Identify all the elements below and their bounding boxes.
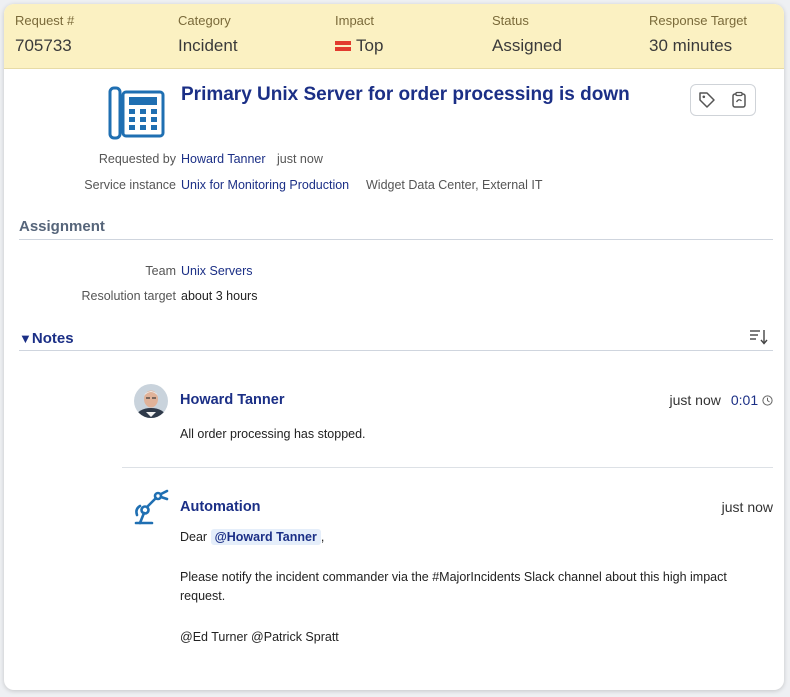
requested-by-label: Requested by xyxy=(98,152,176,166)
summary-bar: Request # 705733 Category Incident Impac… xyxy=(4,4,784,69)
category-value: Incident xyxy=(178,36,238,55)
note-divider xyxy=(122,467,773,468)
impact-value: Top xyxy=(356,36,384,55)
sort-icon[interactable] xyxy=(749,328,769,351)
note-author[interactable]: Howard Tanner xyxy=(180,392,284,408)
tag-icon[interactable] xyxy=(697,90,717,110)
status-value: Assigned xyxy=(492,36,562,55)
note-time: just now xyxy=(721,499,773,515)
summary-status: Status Assigned xyxy=(492,13,562,56)
response-target-label: Response Target xyxy=(649,13,748,28)
clipboard-icon[interactable] xyxy=(729,90,749,110)
resolution-target-label: Resolution target xyxy=(81,289,176,303)
requested-time: just now xyxy=(277,152,323,166)
robot-arm-icon xyxy=(134,489,169,525)
status-label: Status xyxy=(492,13,529,28)
response-target-value: 30 minutes xyxy=(649,36,733,55)
request-number-value: 705733 xyxy=(15,36,72,55)
desk-phone-icon xyxy=(108,86,165,140)
greeting-comma: , xyxy=(320,530,325,544)
request-actions xyxy=(690,84,756,116)
assignment-heading: Assignment xyxy=(19,218,105,235)
note-text: All order processing has stopped. xyxy=(180,427,366,441)
category-label: Category xyxy=(178,13,231,28)
assignment-section-header: Assignment xyxy=(19,218,773,240)
summary-impact: Impact Top xyxy=(335,13,383,56)
note-signoff: @Ed Turner @Patrick Spratt xyxy=(180,630,339,644)
impact-top-icon xyxy=(335,41,351,51)
time-spent[interactable]: 0:01 xyxy=(731,392,758,408)
summary-response-target: Response Target 30 minutes xyxy=(649,13,747,56)
request-number-label: Request # xyxy=(15,13,75,28)
note-paragraph: Please notify the incident commander via… xyxy=(180,570,727,603)
mention-link[interactable]: @Howard Tanner xyxy=(210,529,321,545)
service-instance-label: Service instance xyxy=(84,178,176,192)
note-time: just now xyxy=(669,392,721,408)
avatar xyxy=(134,384,168,418)
note-author: Automation xyxy=(180,499,261,515)
request-title: Primary Unix Server for order processing… xyxy=(181,84,630,105)
service-instance-detail: Widget Data Center, External IT xyxy=(366,178,543,192)
summary-request: Request # 705733 xyxy=(15,13,74,56)
notes-heading: Notes xyxy=(31,330,74,347)
impact-label: Impact xyxy=(335,13,375,28)
request-card: Request # 705733 Category Incident Impac… xyxy=(4,4,784,690)
note-item: Automation just now Dear @Howard Tanner,… xyxy=(122,487,773,657)
summary-category: Category Incident xyxy=(178,13,238,56)
notes-section-header[interactable]: ▼Notes xyxy=(19,330,773,351)
service-instance-link[interactable]: Unix for Monitoring Production xyxy=(181,178,349,192)
note-greeting: Dear xyxy=(180,530,208,544)
notes-toggle-icon[interactable]: ▼ xyxy=(19,331,32,346)
clock-icon xyxy=(762,395,773,406)
resolution-target-value: about 3 hours xyxy=(181,289,258,303)
note-item: Howard Tanner just now 0:01 All order pro… xyxy=(122,382,773,452)
team-label: Team xyxy=(145,264,176,278)
team-link[interactable]: Unix Servers xyxy=(181,264,253,278)
requester-link[interactable]: Howard Tanner xyxy=(181,152,266,166)
